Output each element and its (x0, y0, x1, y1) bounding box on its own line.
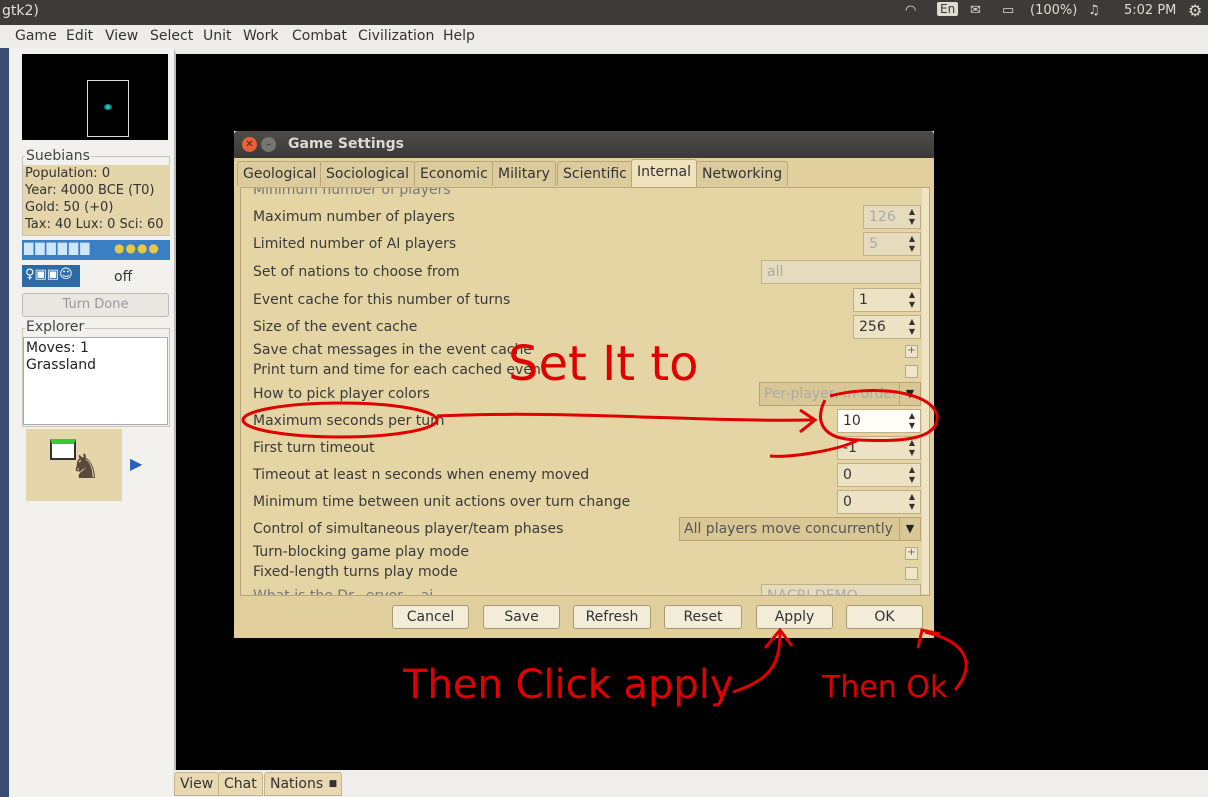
annotation-set-it: Set It to (508, 336, 699, 392)
arrow-head-ok (916, 628, 941, 649)
arrow-to-apply (732, 631, 782, 694)
annotation-then-ok: Then Ok (822, 670, 948, 705)
circle-tail (769, 438, 859, 458)
highlight-circle-label (241, 401, 439, 439)
annotation-click-apply: Then Click apply (403, 662, 734, 708)
highlight-circle-value (819, 388, 939, 443)
arrow-line (436, 412, 813, 422)
